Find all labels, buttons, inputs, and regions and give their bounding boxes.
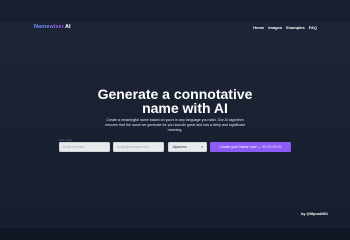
nav-faq[interactable]: FAQ <box>309 25 317 30</box>
hero-title: Generate a connotative name with AI <box>80 87 270 115</box>
top-bar <box>0 0 350 22</box>
author-credit[interactable]: by @Nipunk061 <box>301 212 328 216</box>
name-input[interactable] <box>59 142 110 152</box>
create-name-button-label: Create your Name now — <box>219 145 262 149</box>
hero-title-line2: name with AI <box>142 100 228 116</box>
hero-description: Create a meaningful name based on yours … <box>104 118 246 133</box>
create-name-button[interactable]: Create your Name now — $2.99 $3.99 <box>210 142 291 152</box>
nav-home[interactable]: Home <box>253 25 264 30</box>
brand-suffix: AI <box>64 24 71 30</box>
bottom-bar <box>0 228 350 240</box>
create-name-button-price: $2.99 $3.99 <box>262 145 282 149</box>
nav-examples[interactable]: Examples <box>286 25 305 30</box>
email-input[interactable] <box>113 142 164 152</box>
language-select-value: Japanese <box>172 145 187 149</box>
chevron-down-icon: ▾ <box>201 145 203 149</box>
main-nav: Home Images Examples FAQ <box>253 25 317 30</box>
brand-name: Namewiser <box>34 24 64 30</box>
brand-logo[interactable]: NamewiserAI <box>34 24 71 30</box>
language-select[interactable]: Japanese ▾ <box>168 142 207 152</box>
nav-images[interactable]: Images <box>268 25 282 30</box>
